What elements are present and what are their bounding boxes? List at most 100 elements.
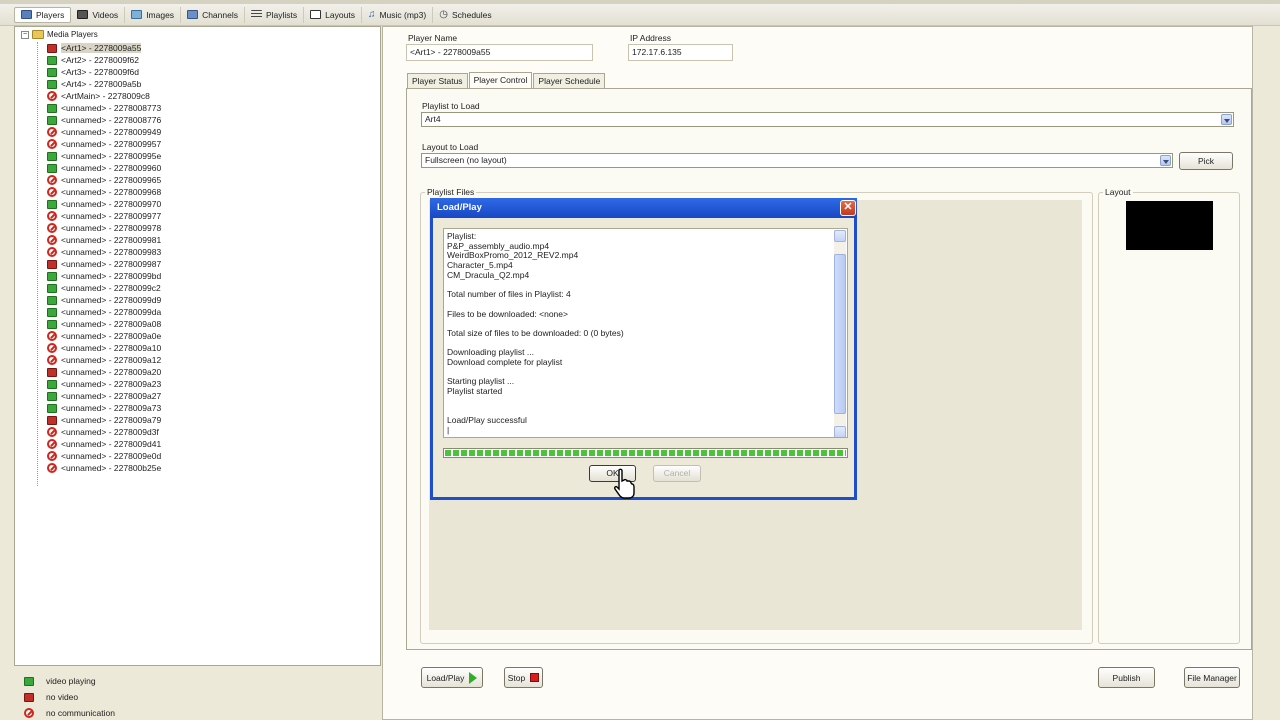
tree-item[interactable]: <unnamed> - 2278009a23: [47, 378, 161, 390]
tree-item[interactable]: <unnamed> - 2278009a08: [47, 318, 161, 330]
tree-item-label: <unnamed> - 2278009981: [61, 235, 162, 245]
tree-item[interactable]: <unnamed> - 2278009957: [47, 138, 161, 150]
tree-item[interactable]: <Art3> - 2278009f6d: [47, 66, 161, 78]
tree-item-label: <unnamed> - 2278009a73: [61, 403, 162, 413]
layout-select[interactable]: Fullscreen (no layout): [421, 153, 1173, 168]
tree-item[interactable]: <unnamed> - 2278009d3f: [47, 426, 161, 438]
no-video-icon: [47, 367, 57, 377]
tree-item[interactable]: <unnamed> - 227800995e: [47, 150, 161, 162]
tree-item[interactable]: <unnamed> - 22780099d9: [47, 294, 161, 306]
tab-music[interactable]: ♫ Music (mp3): [362, 6, 434, 23]
publish-button[interactable]: Publish: [1098, 667, 1155, 688]
stop-label: Stop: [507, 672, 526, 683]
tab-players[interactable]: Players: [14, 6, 72, 23]
tree-item[interactable]: <unnamed> - 22780099bd: [47, 270, 161, 282]
tree-item[interactable]: <unnamed> - 2278009977: [47, 210, 161, 222]
tree-item[interactable]: <unnamed> - 2278009968: [47, 186, 161, 198]
film-icon: [77, 10, 89, 19]
no-communication-icon: [47, 223, 57, 233]
load-play-button[interactable]: Load/Play: [421, 667, 483, 688]
tab-player-schedule[interactable]: Player Schedule: [533, 73, 606, 88]
tree-item[interactable]: <unnamed> - 2278009983: [47, 246, 161, 258]
collapse-icon[interactable]: −: [21, 30, 29, 39]
tree-item[interactable]: <unnamed> - 2278008773: [47, 102, 161, 114]
tree-item-label: <unnamed> - 2278009960: [61, 163, 162, 173]
tab-schedules[interactable]: ◷ Schedules: [433, 7, 497, 23]
log-line: Playlist started: [447, 386, 503, 396]
tree-item[interactable]: <ArtMain> - 2278009c8: [47, 90, 161, 102]
chevron-down-icon[interactable]: [1160, 155, 1171, 166]
tree-item[interactable]: <unnamed> - 2278009a20: [47, 366, 161, 378]
tree-item-label: <unnamed> - 2278009a27: [61, 391, 162, 401]
dialog-log-text[interactable]: Playlist: P&P_assembly_audio.mp4 WeirdBoxP…: [443, 228, 848, 438]
tree-item[interactable]: <unnamed> - 2278009a12: [47, 354, 161, 366]
tree-item[interactable]: <unnamed> - 2278009a27: [47, 390, 161, 402]
dialog-title-bar[interactable]: Load/Play ✕: [430, 198, 857, 218]
tab-channels[interactable]: Channels: [181, 6, 245, 23]
tree-item-label: <unnamed> - 22780099c2: [61, 283, 161, 293]
tree-item[interactable]: <unnamed> - 22780099c2: [47, 282, 161, 294]
log-line: Load/Play successful: [447, 415, 527, 426]
tree-item[interactable]: <unnamed> - 2278009970: [47, 198, 161, 210]
tree-item-label: <unnamed> - 2278009a10: [61, 343, 162, 353]
tree-item[interactable]: <unnamed> - 2278009987: [47, 258, 161, 270]
player-name-field[interactable]: <Art1> - 2278009a55: [406, 44, 593, 61]
tree-guide-line: [37, 42, 38, 486]
tree-item[interactable]: <unnamed> - 2278009a10: [47, 342, 161, 354]
tab-layouts[interactable]: Layouts: [304, 6, 362, 23]
playlist-select[interactable]: Art4: [421, 112, 1234, 127]
tree-item[interactable]: <unnamed> - 2278008776: [47, 114, 161, 126]
tree-item[interactable]: <unnamed> - 2278009949: [47, 126, 161, 138]
toolbar-top-strip: [0, 0, 1280, 4]
playlist-files-label: Playlist Files: [425, 187, 477, 197]
scroll-down-icon[interactable]: [834, 426, 846, 437]
close-icon[interactable]: ✕: [840, 200, 856, 216]
tree-item[interactable]: <unnamed> - 22780099da: [47, 306, 161, 318]
tree-item-label: <unnamed> - 2278009949: [61, 127, 162, 137]
tree-root-label: Media Players: [47, 30, 98, 39]
load-progress-bar: [443, 448, 848, 458]
log-scrollbar[interactable]: [834, 230, 846, 437]
tree-item[interactable]: <unnamed> - 2278009a0e: [47, 330, 161, 342]
tab-images[interactable]: Images: [125, 6, 182, 23]
tab-channels-label: Channels: [202, 9, 238, 20]
tree-item-label: <unnamed> - 2278009987: [61, 259, 162, 269]
status-legend: video playing no video no communication: [0, 666, 382, 720]
scroll-thumb[interactable]: [834, 254, 846, 414]
tree-item[interactable]: <Art2> - 2278009f62: [47, 54, 161, 66]
layout-icon: [310, 10, 322, 19]
log-lines: Playlist: P&P_assembly_audio.mp4 WeirdBoxP…: [447, 231, 831, 435]
tree-item[interactable]: <unnamed> - 2278009a79: [47, 414, 161, 426]
tree-item[interactable]: <unnamed> - 2278009d41: [47, 438, 161, 450]
tree-root[interactable]: − Media Players: [21, 30, 98, 39]
scroll-up-icon[interactable]: [834, 230, 846, 242]
no-communication-icon: [24, 708, 34, 718]
tree-item[interactable]: <unnamed> - 227800b25e: [47, 462, 161, 474]
tree-item[interactable]: <Art1> - 2278009a55: [47, 42, 161, 54]
media-players-tree[interactable]: − Media Players <Art1> - 2278009a55 <Art2…: [14, 26, 381, 666]
tab-player-control[interactable]: Player Control: [468, 72, 533, 88]
tree-item[interactable]: <unnamed> - 2278009960: [47, 162, 161, 174]
video-playing-icon: [24, 676, 34, 686]
tab-videos[interactable]: Videos: [71, 6, 126, 23]
file-manager-button[interactable]: File Manager: [1184, 667, 1240, 688]
no-video-icon: [47, 43, 57, 53]
tree-item[interactable]: <unnamed> - 2278009a73: [47, 402, 161, 414]
tree-item[interactable]: <unnamed> - 2278009981: [47, 234, 161, 246]
tree-item-label: <unnamed> - 2278009d41: [61, 439, 162, 449]
tab-playlists[interactable]: Playlists: [245, 6, 305, 23]
tab-players-label: Players: [36, 9, 65, 20]
chevron-down-icon[interactable]: [1221, 114, 1232, 125]
tree-item-label: <unnamed> - 2278009a23: [61, 379, 162, 389]
tree-item[interactable]: <unnamed> - 2278009965: [47, 174, 161, 186]
no-communication-icon: [47, 187, 57, 197]
player-tabs: Player Status Player Control Player Sche…: [407, 72, 606, 88]
tree-item[interactable]: <unnamed> - 2278009e0d: [47, 450, 161, 462]
tree-item[interactable]: <Art4> - 2278009a5b: [47, 78, 161, 90]
stop-button[interactable]: Stop: [504, 667, 543, 688]
ip-address-field[interactable]: 172.17.6.135: [628, 44, 733, 61]
tree-item[interactable]: <unnamed> - 2278009978: [47, 222, 161, 234]
video-playing-icon: [47, 199, 57, 209]
pick-button[interactable]: Pick: [1179, 152, 1233, 170]
tab-player-status[interactable]: Player Status: [407, 73, 468, 88]
